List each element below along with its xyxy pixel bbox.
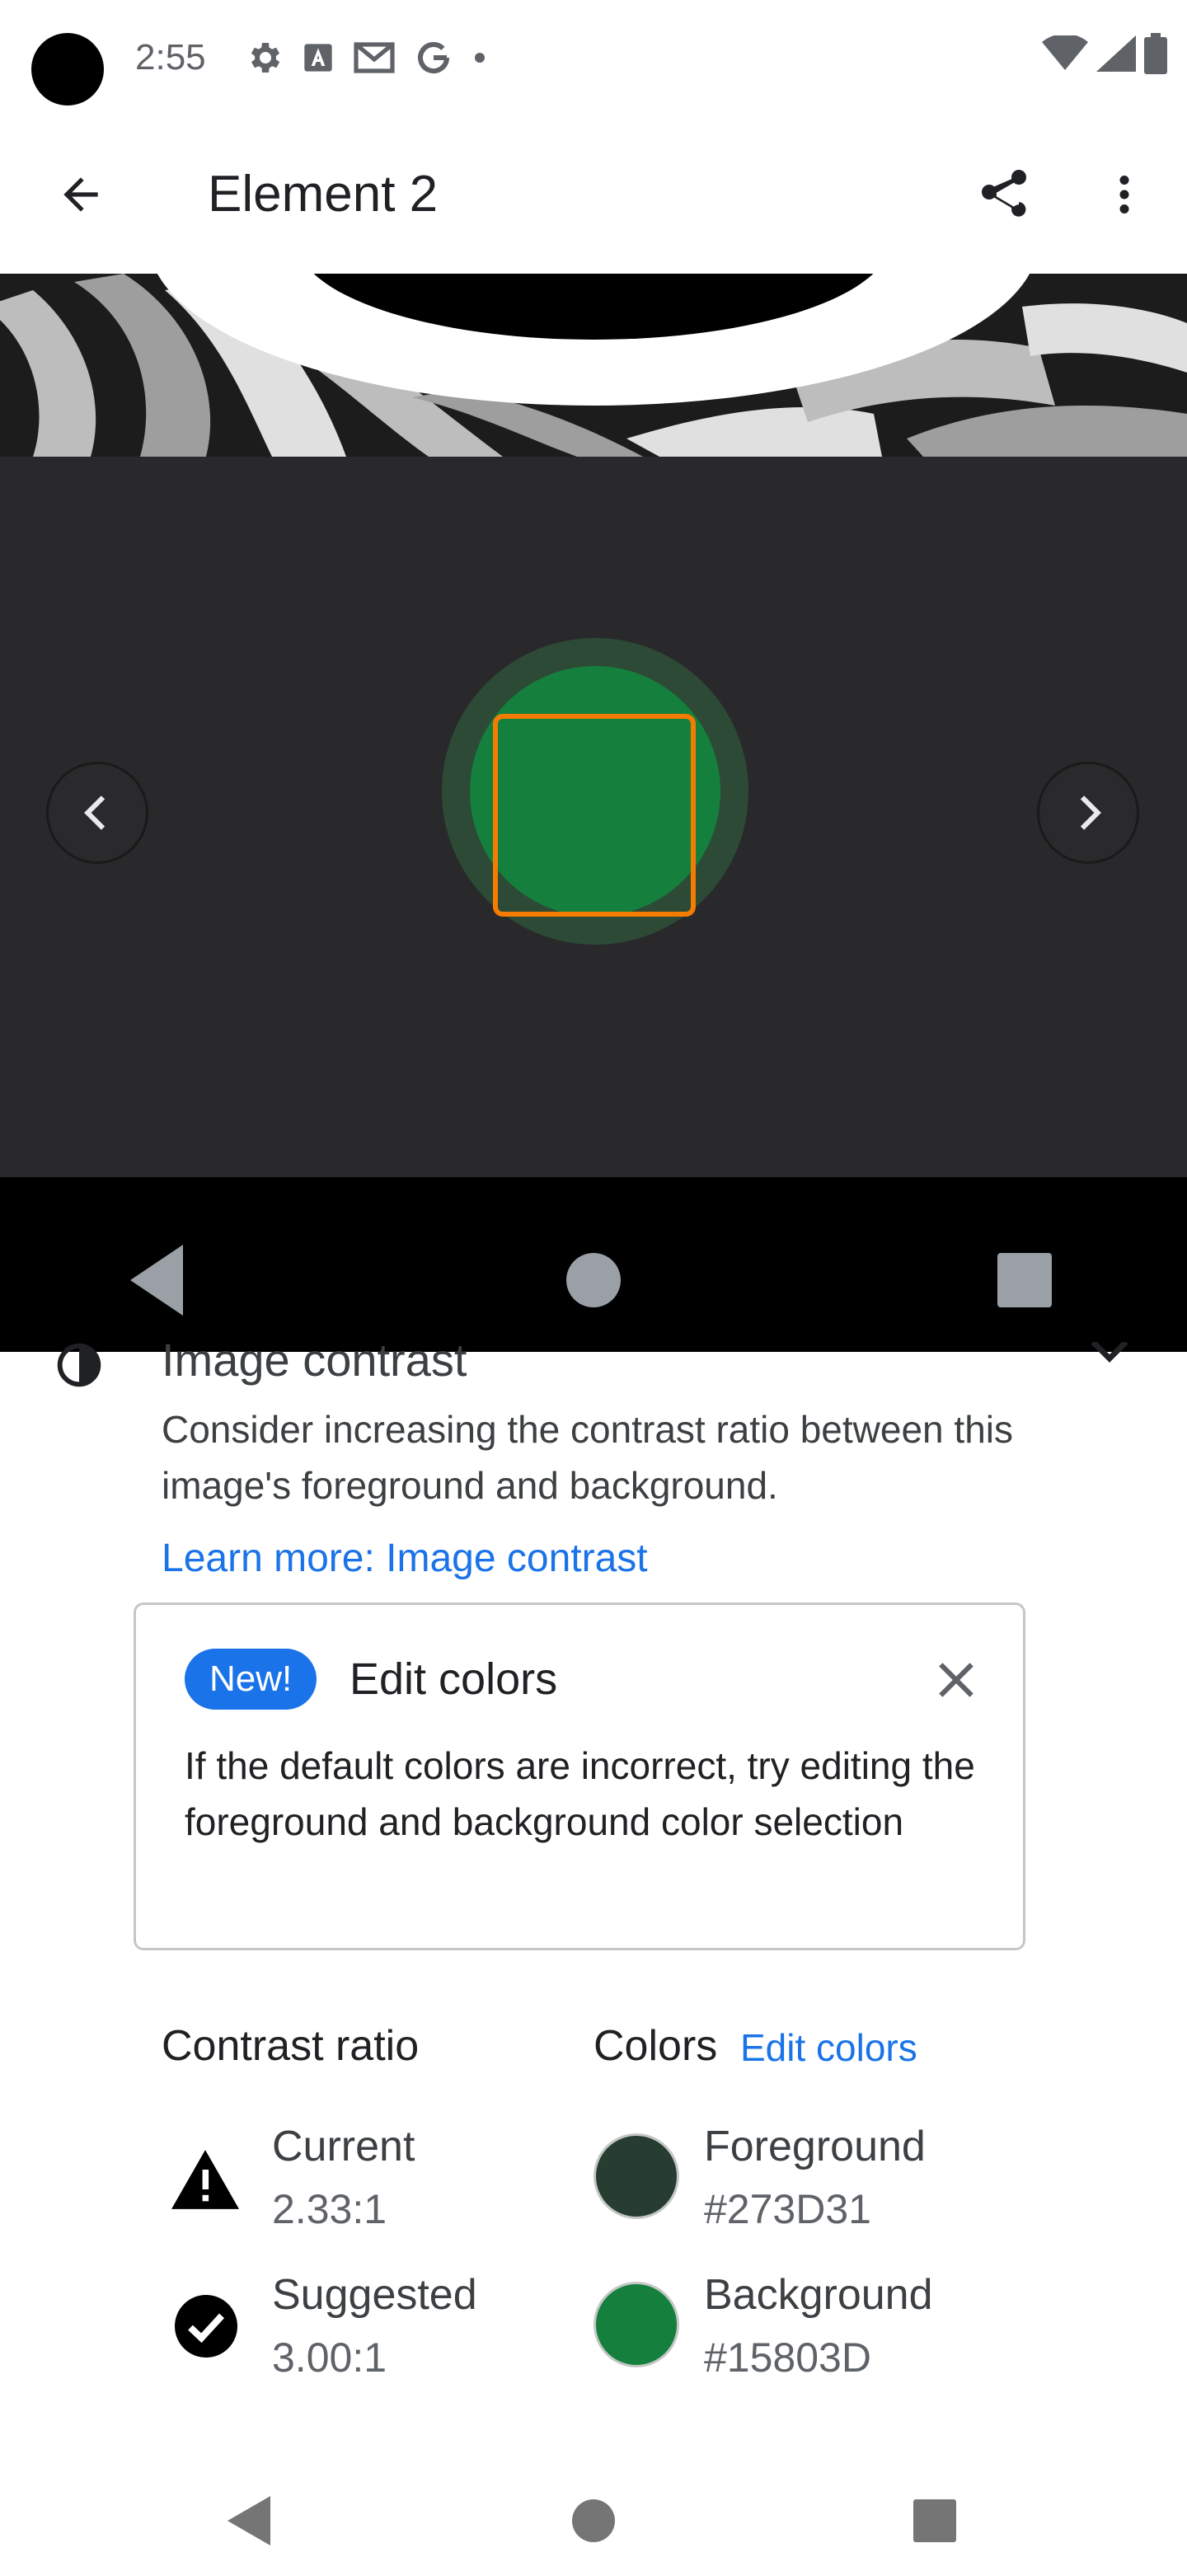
a-icon	[304, 44, 332, 72]
edit-colors-card-body: If the default colors are incorrect, try…	[185, 1744, 975, 1843]
gmail-icon	[354, 42, 395, 73]
status-right	[1042, 33, 1167, 74]
more-vert-icon	[1119, 176, 1129, 213]
chevron-left-icon	[84, 795, 106, 830]
element-highlight-box	[493, 714, 696, 917]
nav-recents-icon[interactable]	[913, 2499, 956, 2542]
system-nav-icons	[228, 2496, 956, 2546]
arrow-back-icon	[63, 177, 98, 212]
suggested-label: Suggested	[272, 2271, 477, 2319]
contrast-icon	[57, 1343, 101, 1387]
signal-icon	[1096, 35, 1136, 72]
collapse-icon[interactable]	[1086, 1342, 1133, 1372]
settings-icon	[251, 43, 280, 73]
wavy-pattern-image	[0, 274, 1187, 457]
next-element-button[interactable]	[1037, 762, 1139, 864]
result-title: Image contrast	[162, 1334, 467, 1386]
status-icons	[244, 33, 488, 82]
new-badge: New!	[185, 1649, 317, 1710]
suggested-value: 3.00:1	[272, 2334, 387, 2381]
foreground-value: #273D31	[704, 2186, 871, 2232]
nav-back-icon[interactable]	[228, 2496, 270, 2546]
share-button[interactable]	[963, 153, 1045, 236]
dismiss-card-button[interactable]	[930, 1654, 983, 1706]
chevron-right-icon	[1080, 795, 1101, 830]
screenshot-pattern-image	[0, 274, 1187, 457]
previous-element-button[interactable]	[46, 762, 148, 864]
battery-icon	[1144, 33, 1167, 74]
background-swatch[interactable]	[594, 2282, 679, 2367]
current-value: 2.33:1	[272, 2186, 387, 2232]
foreground-label: Foreground	[704, 2123, 926, 2170]
dot-icon	[475, 53, 485, 63]
close-icon	[939, 1663, 974, 1697]
wifi-icon	[1042, 35, 1088, 70]
background-value: #15803D	[704, 2334, 871, 2381]
google-icon	[418, 42, 449, 73]
back-button[interactable]	[41, 155, 120, 234]
foreground-swatch[interactable]	[594, 2133, 679, 2219]
edit-colors-card-title: Edit colors	[350, 1654, 558, 1704]
colors-title: Colors	[594, 2022, 718, 2070]
page-title: Element 2	[208, 166, 439, 223]
more-options-button[interactable]	[1088, 153, 1161, 236]
current-label: Current	[272, 2123, 415, 2170]
contrast-ratio-title: Contrast ratio	[162, 2022, 420, 2070]
learn-more-link[interactable]: Learn more: Image contrast	[162, 1533, 648, 1584]
system-nav-bar	[0, 2433, 1187, 2572]
edit-colors-link[interactable]: Edit colors	[740, 2021, 917, 2074]
share-icon	[982, 170, 1026, 217]
status-time: 2:55	[135, 37, 206, 77]
background-label: Background	[704, 2271, 933, 2319]
result-description: Consider increasing the contrast ratio b…	[162, 1408, 1014, 1507]
status-dot	[31, 33, 104, 106]
warning-icon	[171, 2150, 239, 2209]
check-circle-icon	[175, 2295, 237, 2358]
nav-home-icon[interactable]	[572, 2499, 615, 2542]
